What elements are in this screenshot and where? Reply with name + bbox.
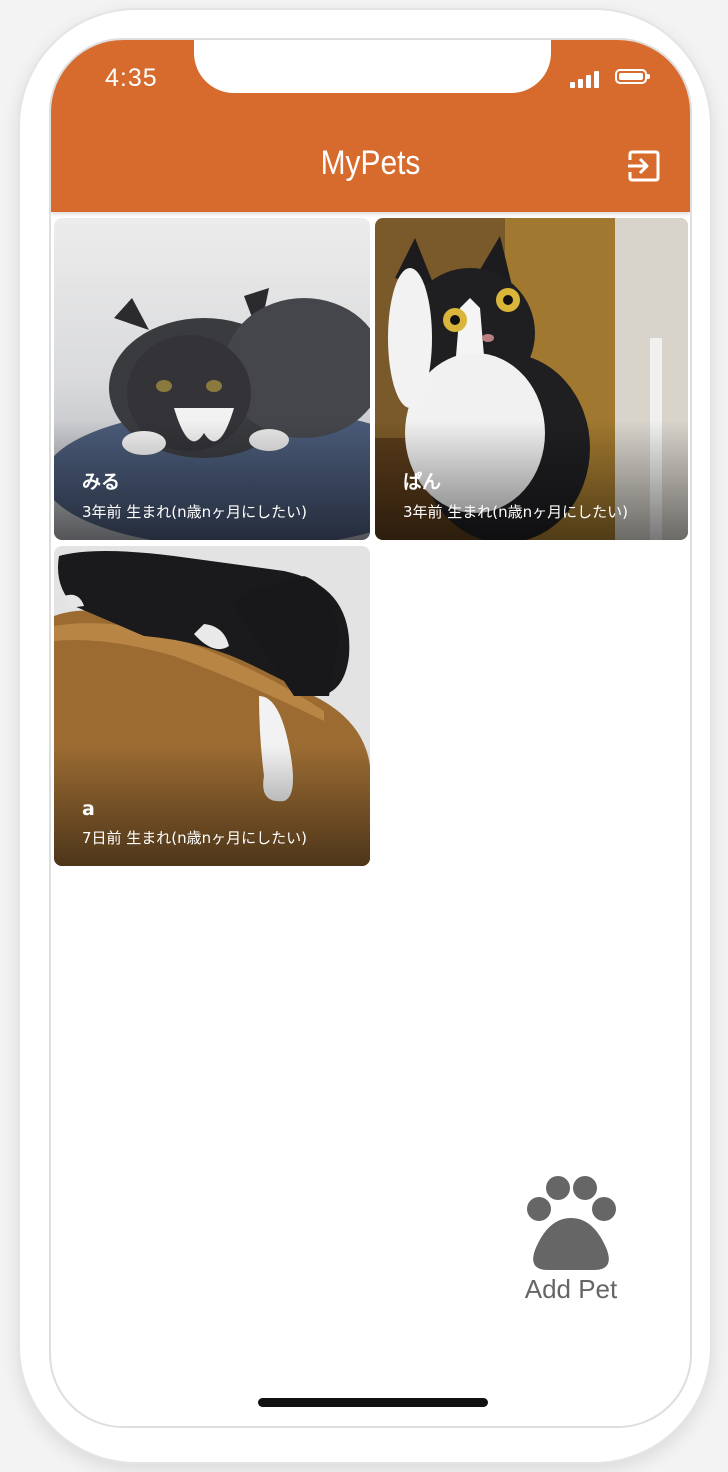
add-pet-label: Add Pet <box>524 1274 618 1304</box>
pet-birth-info: 7日前 生まれ(n歳nヶ月にしたい) <box>82 829 308 847</box>
status-time: 4:35 <box>105 64 158 92</box>
pet-birth-info: 3年前 生まれ(n歳nヶ月にしたい) <box>403 503 629 521</box>
card-overlay <box>54 746 370 866</box>
signal-icon <box>570 70 602 88</box>
pet-name: ぱん <box>403 471 442 493</box>
pet-name: みる <box>82 471 121 493</box>
pet-card[interactable]: a 7日前 生まれ(n歳nヶ月にしたい) <box>54 546 370 866</box>
app-screen: 4:35 MyPets みる 3年前 生まれ(n歳nヶ月にしたい) ぱん 3年前… <box>49 38 692 1428</box>
pet-card[interactable]: みる 3年前 生まれ(n歳nヶ月にしたい) <box>54 218 370 540</box>
logout-button[interactable] <box>626 148 662 184</box>
device-notch <box>194 40 551 93</box>
paw-icon <box>527 1176 616 1270</box>
pet-birth-info: 3年前 生まれ(n歳nヶ月にしたい) <box>82 503 308 521</box>
battery-icon <box>615 69 650 84</box>
add-pet-button[interactable]: Add Pet <box>506 1170 636 1310</box>
page-title: MyPets <box>320 144 421 182</box>
home-indicator[interactable] <box>258 1398 488 1407</box>
app-header: 4:35 MyPets <box>51 40 690 212</box>
pet-card[interactable]: ぱん 3年前 生まれ(n歳nヶ月にしたい) <box>375 218 688 540</box>
logout-icon <box>628 150 660 182</box>
pet-name: a <box>82 798 95 820</box>
